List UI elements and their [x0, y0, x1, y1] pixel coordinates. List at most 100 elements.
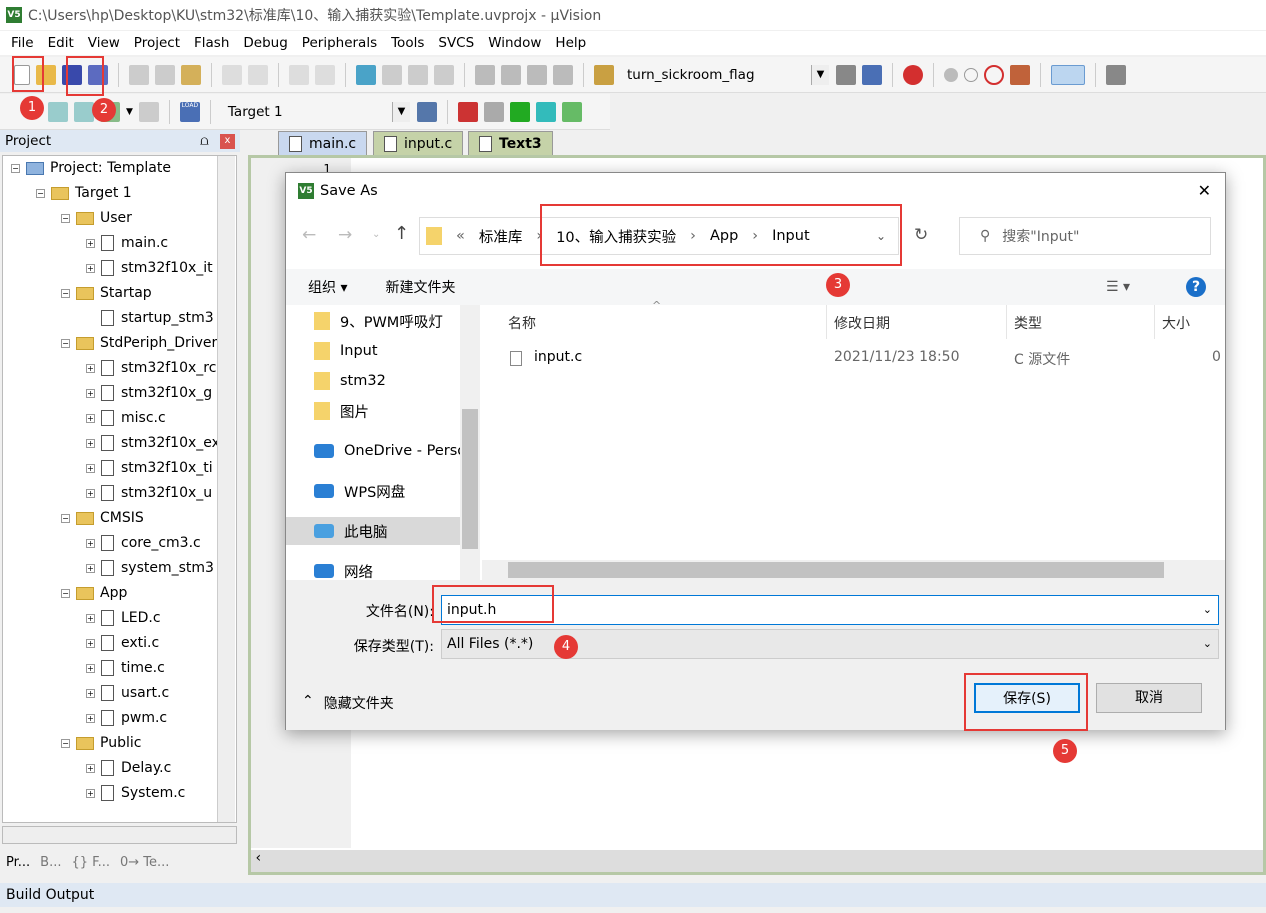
menu-file[interactable]: File [4, 35, 41, 51]
back-arrow-icon[interactable]: ← [302, 225, 316, 245]
menu-view[interactable]: View [81, 35, 127, 51]
menu-help[interactable]: Help [548, 35, 593, 51]
breadcrumb-item[interactable]: 标准库 [479, 226, 523, 247]
comment-icon[interactable] [527, 64, 547, 85]
cut-icon[interactable] [129, 64, 149, 85]
clear-bookmarks-icon[interactable] [434, 64, 454, 85]
expand-icon[interactable]: + [86, 363, 95, 373]
collapse-icon[interactable]: − [61, 513, 70, 523]
tree-vertical-scrollbar[interactable] [217, 156, 235, 822]
column-header[interactable]: 名称 [508, 313, 536, 333]
menu-peripherals[interactable]: Peripherals [295, 35, 384, 51]
expand-icon[interactable]: + [86, 238, 95, 248]
recent-locations-icon[interactable]: ⌄ [372, 229, 380, 240]
tree-item[interactable]: + stm32f10x_u [86, 482, 212, 504]
tree-item[interactable]: − StdPeriph_Driver [61, 332, 217, 354]
find-combo[interactable]: turn_sickroom_flag ▼ [620, 64, 830, 86]
tree-item[interactable]: − App [61, 582, 127, 604]
find-in-files-icon[interactable] [594, 64, 614, 85]
debug-icon[interactable] [903, 64, 923, 85]
manage-rte-icon[interactable] [509, 101, 530, 122]
expand-icon[interactable]: + [86, 663, 95, 673]
search-input[interactable]: ⚲ 搜索"Input" [959, 217, 1211, 255]
tree-item[interactable]: + stm32f10x_g [86, 382, 212, 404]
close-icon[interactable]: ✕ [1198, 181, 1211, 200]
collapse-icon[interactable]: − [61, 338, 70, 348]
prev-bookmark-icon[interactable] [382, 64, 402, 85]
copy-icon[interactable] [155, 64, 175, 85]
file-name[interactable]: input.c [534, 349, 582, 365]
column-divider[interactable] [1154, 305, 1155, 339]
expand-icon[interactable]: + [86, 788, 95, 798]
column-divider[interactable] [826, 305, 827, 339]
bookmark-icon[interactable] [356, 64, 376, 85]
tab-text3[interactable]: Text3 [468, 131, 553, 155]
tree-item[interactable]: + usart.c [86, 682, 169, 704]
column-header[interactable]: 类型 [1014, 313, 1042, 333]
collapse-icon[interactable]: − [61, 738, 70, 748]
select-packs-icon[interactable] [483, 101, 504, 122]
nav-item[interactable]: 此电脑 [286, 517, 460, 545]
menu-project[interactable]: Project [127, 35, 187, 51]
help-icon[interactable]: ? [1186, 277, 1206, 297]
chevron-down-icon[interactable]: ▼ [126, 107, 133, 117]
expand-icon[interactable]: + [86, 263, 95, 273]
expand-icon[interactable]: + [86, 538, 95, 548]
expand-icon[interactable]: + [86, 763, 95, 773]
column-header[interactable]: 大小 [1162, 313, 1190, 333]
nav-item[interactable]: 图片 [314, 397, 369, 425]
filename-input[interactable]: input.h ⌄ [441, 595, 1219, 625]
menu-flash[interactable]: Flash [187, 35, 236, 51]
forward-arrow-icon[interactable]: → [338, 225, 352, 245]
panel-tab[interactable]: {} F... [72, 855, 110, 870]
column-header[interactable]: 修改日期 [834, 313, 890, 333]
collapse-icon[interactable]: − [36, 188, 45, 198]
nav-item[interactable]: stm32 [314, 367, 386, 395]
next-bookmark-icon[interactable] [408, 64, 428, 85]
view-options-icon[interactable]: ☰ ▾ [1106, 279, 1130, 295]
configure-icon[interactable] [561, 101, 582, 122]
expand-icon[interactable]: + [86, 563, 95, 573]
tree-item[interactable]: + stm32f10x_it [86, 257, 213, 279]
nav-item[interactable]: Input [314, 337, 378, 365]
column-divider[interactable] [1006, 305, 1007, 339]
collapse-icon[interactable]: − [61, 288, 70, 298]
insert-icon[interactable] [1010, 64, 1030, 85]
uncomment-icon[interactable] [553, 64, 573, 85]
collapse-icon[interactable]: − [61, 213, 70, 223]
menu-tools[interactable]: Tools [384, 35, 431, 51]
tree-item[interactable]: + System.c [86, 782, 185, 804]
tree-item[interactable]: − Project: Template [11, 157, 171, 179]
tree-item[interactable]: + stm32f10x_ti [86, 457, 213, 479]
hide-folders-toggle[interactable]: ⌃ 隐藏文件夹 [302, 693, 394, 713]
expand-icon[interactable]: + [86, 688, 95, 698]
undo-icon[interactable] [222, 64, 242, 85]
expand-icon[interactable]: + [86, 488, 95, 498]
kill-breakpoints-icon[interactable] [984, 64, 1004, 85]
forward-icon[interactable] [315, 64, 335, 85]
target-options-icon[interactable] [416, 101, 437, 122]
tree-item[interactable]: − Startap [61, 282, 152, 304]
panel-tab[interactable]: 0→ Te... [120, 855, 169, 870]
nav-scrollbar[interactable] [460, 305, 480, 580]
tree-item[interactable]: + Delay.c [86, 757, 171, 779]
chevron-down-icon[interactable]: ⌄ [1203, 630, 1212, 658]
wrench-icon[interactable] [1106, 64, 1126, 85]
find-icon[interactable] [836, 64, 856, 85]
tree-item[interactable]: + stm32f10x_rc [86, 357, 216, 379]
tree-item[interactable]: + misc.c [86, 407, 166, 429]
incremental-find-icon[interactable] [862, 64, 882, 85]
menu-window[interactable]: Window [481, 35, 548, 51]
expand-icon[interactable]: + [86, 613, 95, 623]
indent-icon[interactable] [475, 64, 495, 85]
target-combo[interactable]: Target 1 ▼ [221, 101, 411, 123]
expand-icon[interactable]: + [86, 413, 95, 423]
expand-icon[interactable]: + [86, 713, 95, 723]
menu-edit[interactable]: Edit [41, 35, 81, 51]
tree-item[interactable]: + system_stm3 [86, 557, 214, 579]
redo-icon[interactable] [248, 64, 268, 85]
panel-tab[interactable]: B... [40, 855, 61, 870]
cancel-button[interactable]: 取消 [1096, 683, 1202, 713]
tree-item[interactable]: − Public [61, 732, 141, 754]
pin-icon[interactable]: ⩍ [200, 133, 209, 149]
